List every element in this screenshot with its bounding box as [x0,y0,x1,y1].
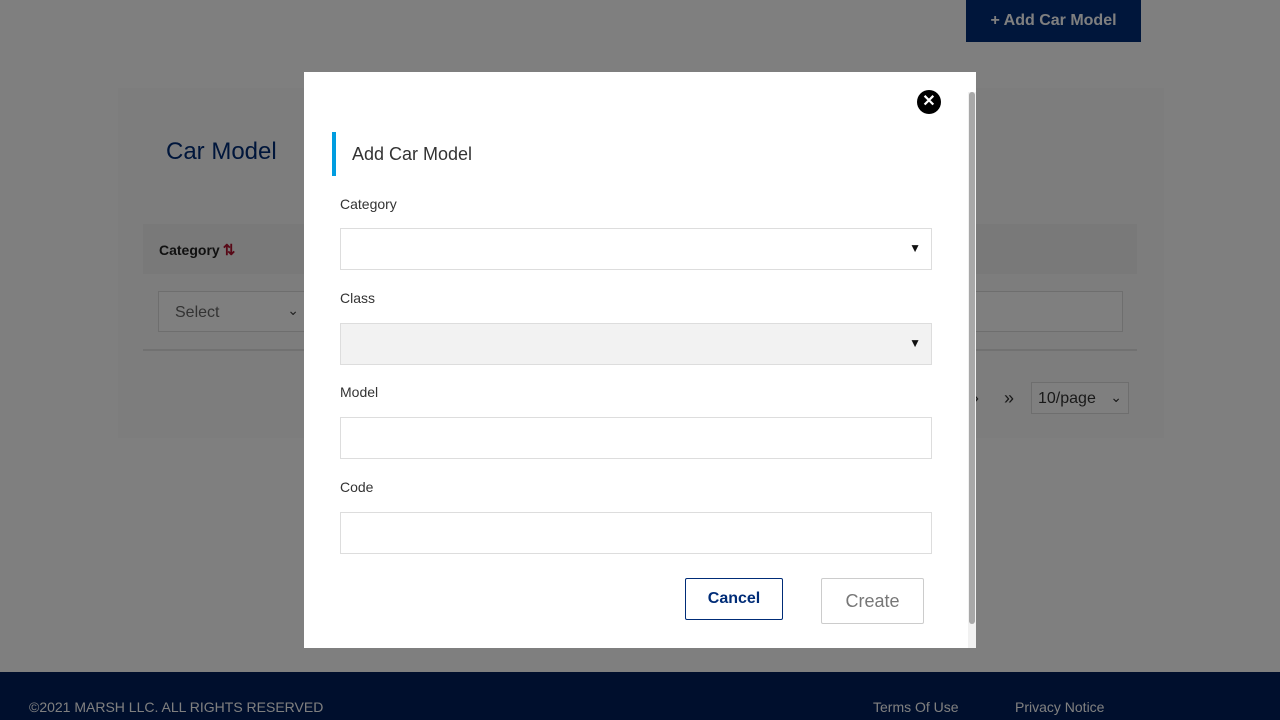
create-button[interactable]: Create [821,578,924,624]
class-label: Class [340,290,376,306]
model-label: Model [340,384,379,400]
model-input[interactable] [340,417,932,459]
scrollbar[interactable] [968,92,976,648]
close-icon[interactable]: ✕ [917,90,941,114]
cancel-button[interactable]: Cancel [685,578,783,620]
category-label: Category [340,196,397,212]
class-select[interactable]: ▼ [340,323,932,365]
scrollbar-thumb[interactable] [969,92,975,624]
title-accent-bar [332,132,336,176]
caret-down-icon: ▼ [909,241,921,255]
caret-down-icon: ▼ [909,336,921,350]
code-label: Code [340,479,374,495]
add-car-model-dialog: ✕ Add Car Model Category ▼ Class ▼ Model… [304,72,976,648]
category-select[interactable]: ▼ [340,228,932,270]
code-input[interactable] [340,512,932,554]
dialog-title: Add Car Model [352,144,473,164]
